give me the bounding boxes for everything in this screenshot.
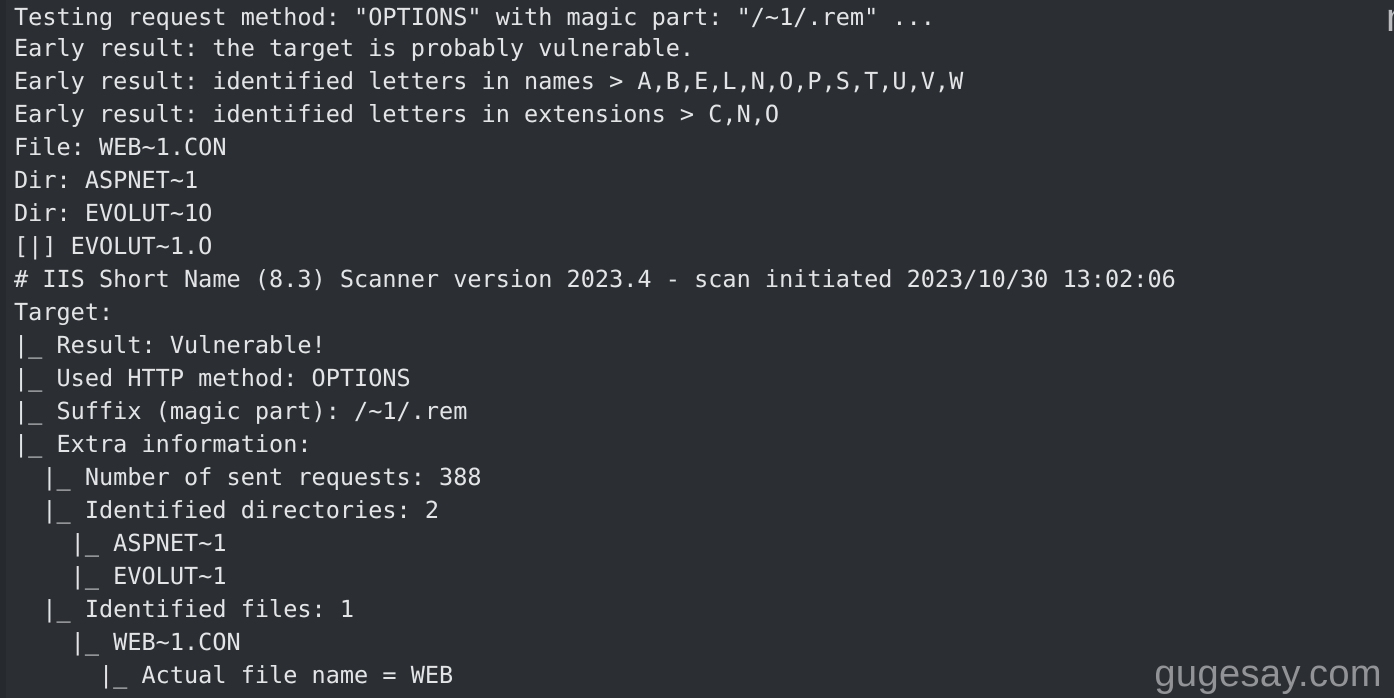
terminal-line: |_ Suffix (magic part): /~1/.rem [14,397,468,425]
terminal-line: |_ Identified files: 1 [14,595,355,623]
terminal-line: Early result: identified letters in exte… [14,100,780,128]
terminal-line: Testing request method: "OPTIONS" with m… [14,3,935,31]
terminal-line: Dir: EVOLUT~1O [14,199,213,227]
site-watermark: gugesay.com [1154,653,1382,695]
terminal-line: |_ ASPNET~1 [14,529,227,557]
terminal-line: Early result: identified letters in name… [14,67,964,95]
terminal-output[interactable]: Testing request method: "OPTIONS" with m… [14,0,1394,692]
terminal-line: Dir: ASPNET~1 [14,166,199,194]
terminal-line: File: WEB~1.CON [14,133,227,161]
terminal-line: |_ Number of sent requests: 388 [14,463,482,491]
terminal-line: |_ Used HTTP method: OPTIONS [14,364,411,392]
terminal-line: |_ Extra information: [14,430,312,458]
terminal-window: m Testing request method: "OPTIONS" with… [0,0,1394,698]
terminal-line: Early result: the target is probably vul… [14,34,695,62]
terminal-line: Target: [14,298,114,326]
terminal-line: |_ Result: Vulnerable! [14,331,326,359]
clipped-edge-glyph: m [1386,0,1394,32]
terminal-line: |_ Identified directories: 2 [14,496,440,524]
terminal-line: # IIS Short Name (8.3) Scanner version 2… [14,265,1176,293]
terminal-line: |_ EVOLUT~1 [14,562,227,590]
terminal-left-edge [0,0,6,698]
terminal-line: [|] EVOLUT~1.O [14,232,213,260]
